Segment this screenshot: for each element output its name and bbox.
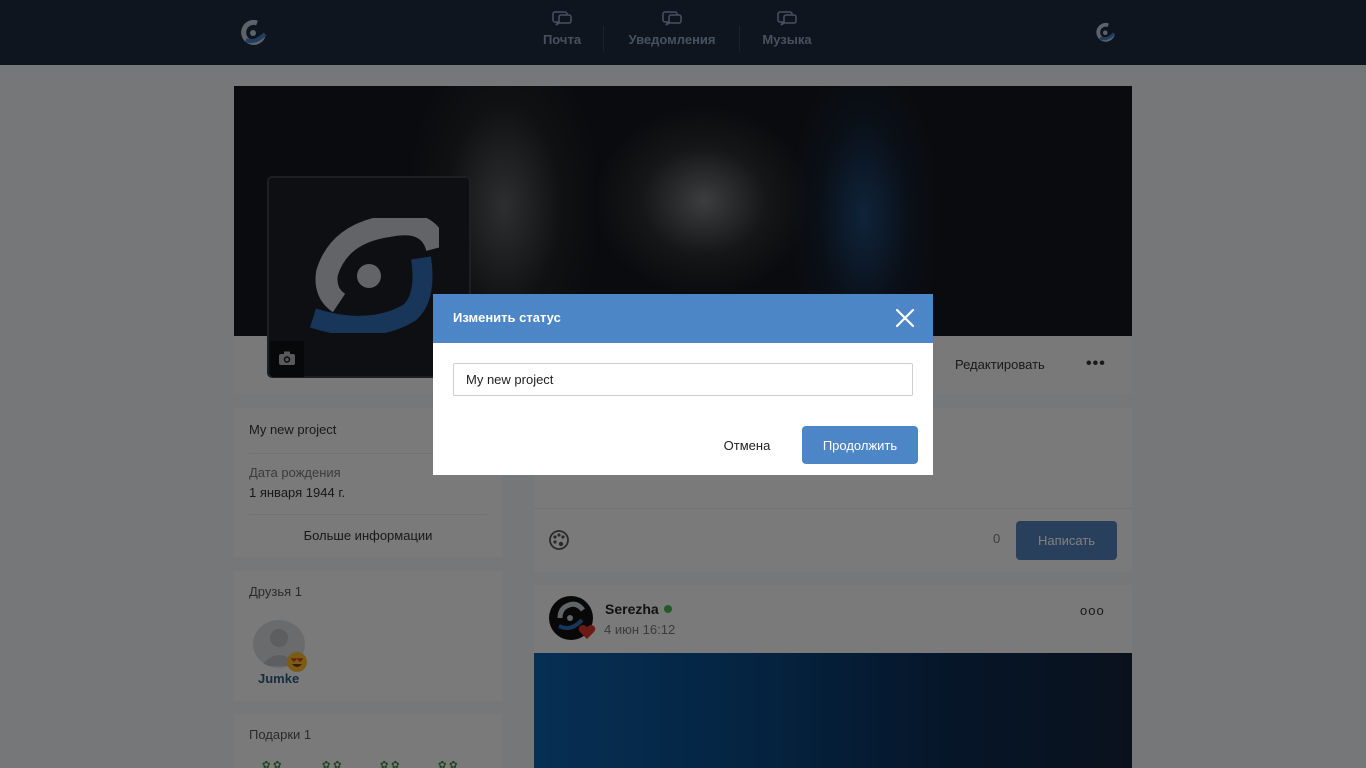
cancel-button[interactable]: Отмена bbox=[708, 426, 786, 464]
status-input[interactable] bbox=[453, 363, 913, 396]
continue-button[interactable]: Продолжить bbox=[802, 426, 918, 464]
change-status-dialog: Изменить статус Отмена Продолжить bbox=[433, 294, 933, 475]
close-icon[interactable] bbox=[893, 306, 917, 330]
dialog-header: Изменить статус bbox=[433, 294, 933, 343]
dialog-title: Изменить статус bbox=[453, 310, 561, 325]
